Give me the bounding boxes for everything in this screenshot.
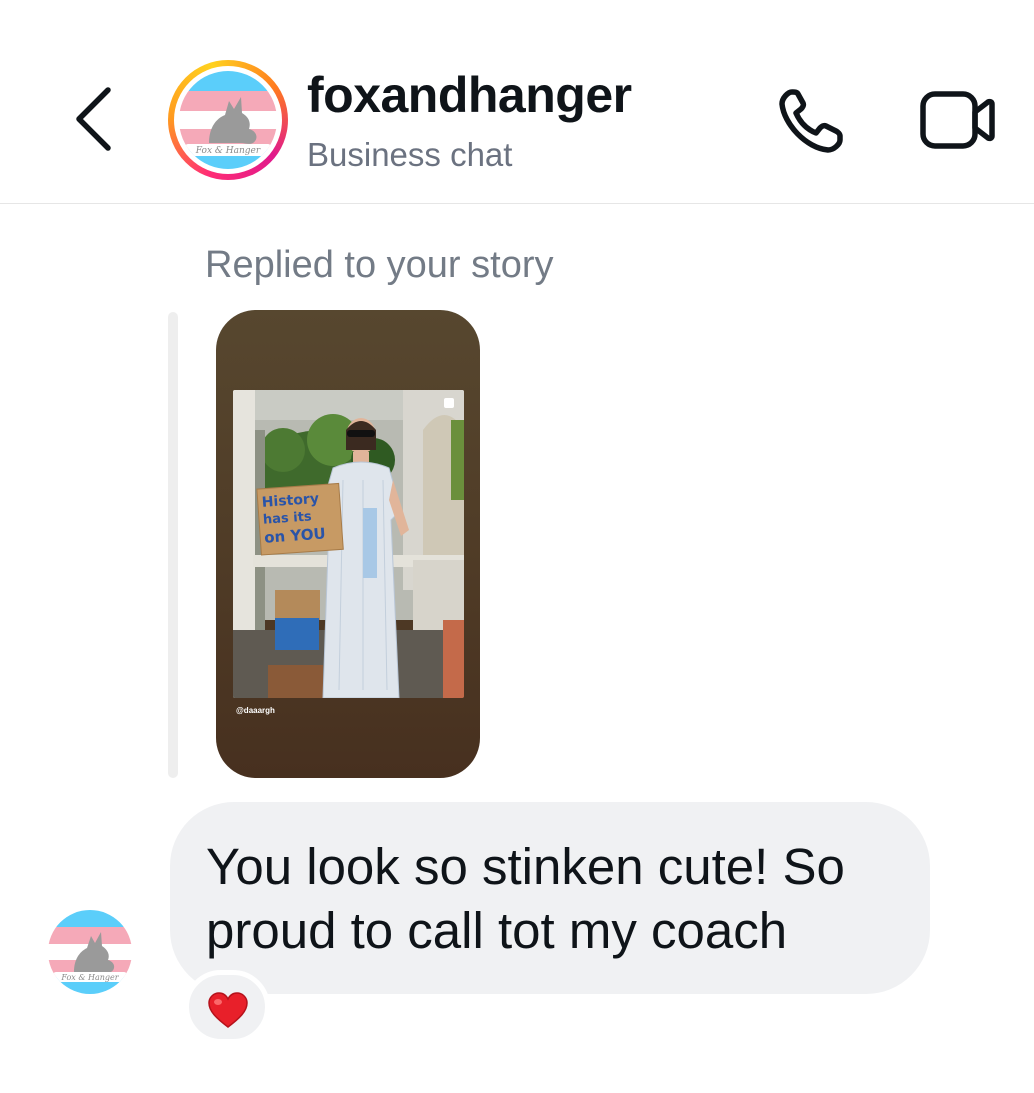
audio-call-button[interactable]	[776, 86, 848, 156]
reply-indicator-bar	[168, 312, 178, 778]
fox-and-hanger-logo: Fox & Hanger	[179, 71, 277, 169]
message-bubble[interactable]: You look so stinken cute! So proud to ca…	[170, 802, 930, 994]
svg-text:Fox & Hanger: Fox & Hanger	[60, 973, 119, 982]
chat-subtitle: Business chat	[307, 136, 513, 173]
heart-reaction[interactable]	[184, 970, 270, 1044]
video-camera-icon	[920, 91, 995, 149]
sender-avatar[interactable]: Fox & Hanger	[48, 910, 132, 994]
phone-icon	[779, 89, 843, 153]
chat-header: Fox & Hanger foxandhanger Business chat	[0, 0, 1034, 204]
story-reply-label: Replied to your story	[205, 244, 554, 286]
profile-avatar[interactable]: Fox & Hanger	[168, 60, 288, 180]
story-handle: @daaargh	[236, 706, 275, 715]
story-preview[interactable]: History has its on YOU @daaargh	[216, 310, 480, 778]
message-text: You look so stinken cute! So proud to ca…	[206, 838, 845, 959]
video-call-button[interactable]	[918, 88, 996, 152]
back-button[interactable]	[62, 80, 122, 158]
chevron-left-icon	[76, 87, 111, 151]
story-photo: History has its on YOU	[233, 390, 464, 698]
chat-title[interactable]: foxandhanger	[307, 66, 632, 124]
red-heart-icon	[208, 992, 248, 1028]
svg-text:Fox & Hanger: Fox & Hanger	[195, 146, 261, 156]
